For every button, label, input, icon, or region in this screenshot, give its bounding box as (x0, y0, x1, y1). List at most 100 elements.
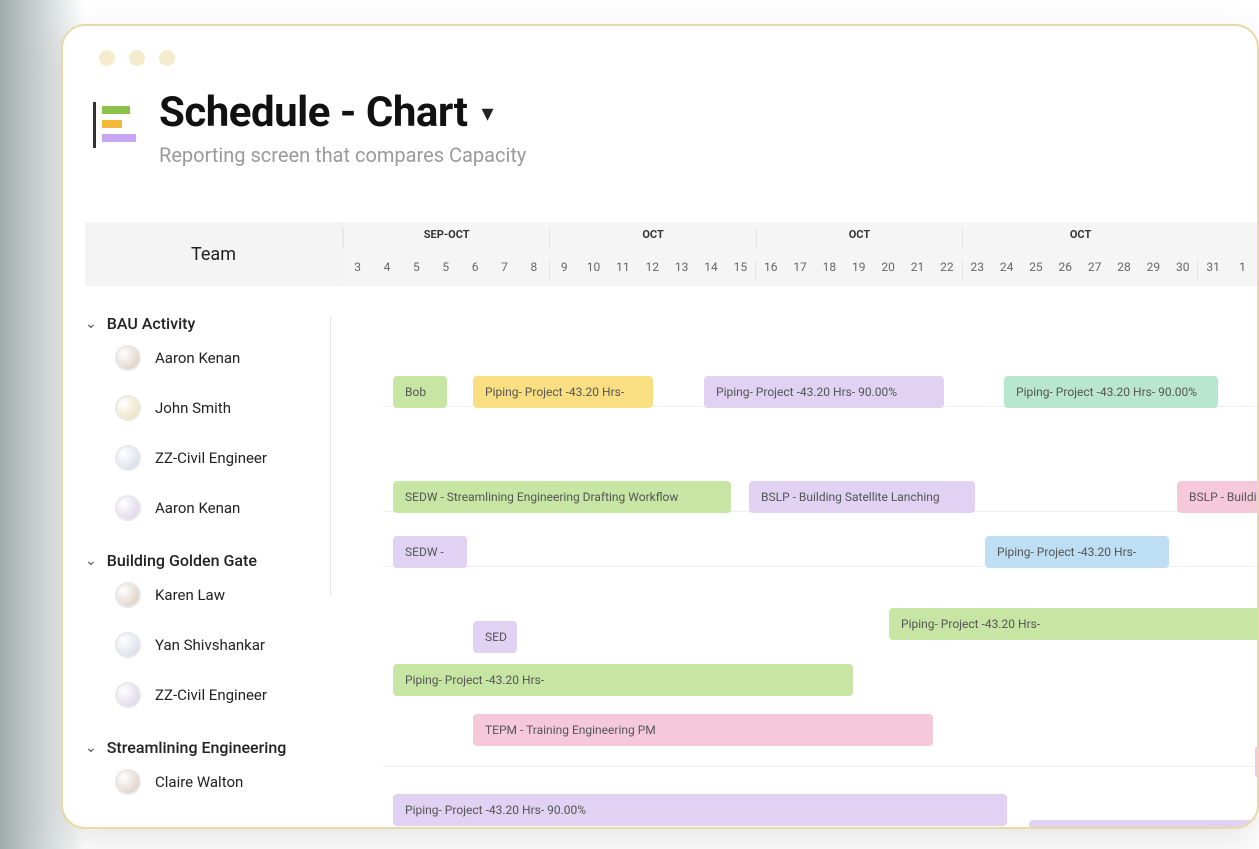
gantt-bar[interactable]: SED (473, 621, 517, 653)
day-label: 23 (962, 260, 992, 280)
day-label: 6 (460, 260, 489, 280)
gantt-bar[interactable]: SEDW - (393, 536, 467, 568)
team-member-row[interactable]: Karen Law (85, 570, 343, 620)
app-window: Schedule - Chart ▾ Reporting screen that… (61, 24, 1259, 829)
day-label: 15 (726, 260, 755, 280)
month-label: OCT (756, 228, 962, 248)
title-dropdown-caret-icon[interactable]: ▾ (481, 99, 493, 127)
window-dot[interactable] (129, 50, 145, 66)
group-name: Streamlining Engineering (107, 738, 287, 757)
gantt-bar[interactable]: Bob (393, 376, 447, 408)
day-label: 20 (873, 260, 902, 280)
day-label: 13 (667, 260, 696, 280)
row-separator (383, 766, 1257, 767)
timeline-header: Team SEP-OCTOCTOCTOCT 345567891011121314… (85, 222, 1257, 286)
member-name: Aaron Kenan (155, 349, 240, 367)
gantt-bar[interactable]: Piping- Project -43.20 Hrs- 90.00% (704, 376, 944, 408)
day-label: 18 (815, 260, 844, 280)
day-label: 4 (372, 260, 401, 280)
avatar (115, 769, 141, 795)
schedule-chart-icon (93, 102, 139, 148)
team-member-row[interactable]: Aaron Kenan (85, 483, 343, 533)
gantt-bar[interactable]: SEDW - St (1255, 746, 1257, 778)
member-name: Yan Shivshankar (155, 636, 265, 654)
group-toggle[interactable]: ⌄ Streamlining Engineering (85, 738, 343, 757)
day-label: 31 (1197, 260, 1227, 280)
group-name: BAU Activity (107, 314, 196, 333)
gantt-bar[interactable]: Piping- Project -43.20 Hrs- 90.00% (393, 794, 1007, 826)
window-dot[interactable] (159, 50, 175, 66)
day-label: 12 (638, 260, 667, 280)
page-subtitle: Reporting screen that compares Capacity (159, 143, 526, 167)
avatar (115, 395, 141, 421)
day-label: 9 (549, 260, 579, 280)
avatar (115, 445, 141, 471)
member-name: Karen Law (155, 586, 225, 604)
team-member-row[interactable]: John Smith (85, 383, 343, 433)
member-name: ZZ-Civil Engineer (155, 449, 267, 467)
day-label: 14 (696, 260, 725, 280)
team-member-row[interactable]: Aaron Kenan (85, 333, 343, 383)
day-label: 1 (1228, 260, 1257, 280)
page-header: Schedule - Chart ▾ Reporting screen that… (93, 88, 1257, 167)
gantt-bar[interactable]: Piping- Project -43.20 Hrs- (889, 608, 1257, 640)
chevron-down-icon: ⌄ (85, 740, 97, 756)
day-label: 27 (1080, 260, 1109, 280)
day-label: 28 (1109, 260, 1138, 280)
day-label: 19 (844, 260, 873, 280)
gantt-chart[interactable]: Bob Piping- Project -43.20 Hrs- Piping- Pr… (343, 296, 1257, 827)
day-label: 17 (785, 260, 814, 280)
avatar (115, 632, 141, 658)
team-column-header: Team (85, 222, 343, 286)
chevron-down-icon: ⌄ (85, 553, 97, 569)
day-label: 22 (932, 260, 961, 280)
day-label: 25 (1021, 260, 1050, 280)
avatar (115, 582, 141, 608)
page-title: Schedule - Chart (159, 88, 467, 137)
team-member-row[interactable]: ZZ-Civil Engineer (85, 670, 343, 720)
day-label: 5 (431, 260, 460, 280)
chevron-down-icon: ⌄ (85, 316, 97, 332)
day-label: 3 (343, 260, 372, 280)
month-label: OCT (962, 228, 1198, 248)
gantt-bar[interactable]: Piping- Project -43.20 Hrs- 90.00% (1004, 376, 1218, 408)
day-label: 21 (903, 260, 932, 280)
month-label: OCT (549, 228, 755, 248)
avatar (115, 682, 141, 708)
member-name: ZZ-Civil Engineer (155, 686, 267, 704)
day-label: 10 (579, 260, 608, 280)
gantt-bar[interactable]: BSLP - Building Satellite (1177, 481, 1257, 513)
group-name: Building Golden Gate (107, 551, 257, 570)
gantt-bar[interactable]: Piping- Project -43.20 Hrs- (393, 664, 853, 696)
gantt-bar[interactable]: Piping- Project -43.20 Hrs- (985, 536, 1169, 568)
date-header: SEP-OCTOCTOCTOCT 34556789101112131415161… (343, 222, 1257, 286)
window-controls (99, 50, 175, 66)
day-label: 7 (490, 260, 519, 280)
team-member-row[interactable]: Claire Walton (85, 757, 343, 807)
day-label: 8 (519, 260, 548, 280)
group-toggle[interactable]: ⌄ BAU Activity (85, 314, 343, 333)
day-label: 16 (755, 260, 785, 280)
month-label: SEP-OCT (343, 228, 549, 248)
team-member-row[interactable]: ZZ-Civil Engineer (85, 433, 343, 483)
team-member-row[interactable]: Yan Shivshankar (85, 620, 343, 670)
day-label: 11 (608, 260, 637, 280)
gantt-bar[interactable]: SEDW - Streamlining Engineering Drafting… (393, 481, 731, 513)
window-dot[interactable] (99, 50, 115, 66)
day-label: 5 (402, 260, 431, 280)
team-sidebar: ⌄ BAU Activity Aaron Kenan John Smith ZZ-Civ… (85, 296, 343, 827)
gantt-bar[interactable]: BSLP - Building Satellite Lanching (749, 481, 975, 513)
day-label: 24 (992, 260, 1021, 280)
day-label: 26 (1051, 260, 1080, 280)
day-label: 30 (1168, 260, 1197, 280)
avatar (115, 495, 141, 521)
member-name: John Smith (155, 399, 231, 417)
gantt-bar[interactable]: Piping- Project -43.20 Hrs- (1029, 820, 1257, 827)
member-name: Aaron Kenan (155, 499, 240, 517)
group-toggle[interactable]: ⌄ Building Golden Gate (85, 551, 343, 570)
member-name: Claire Walton (155, 773, 243, 791)
day-label: 29 (1139, 260, 1168, 280)
avatar (115, 345, 141, 371)
gantt-bar[interactable]: TEPM - Training Engineering PM (473, 714, 933, 746)
gantt-bar[interactable]: Piping- Project -43.20 Hrs- (473, 376, 653, 408)
